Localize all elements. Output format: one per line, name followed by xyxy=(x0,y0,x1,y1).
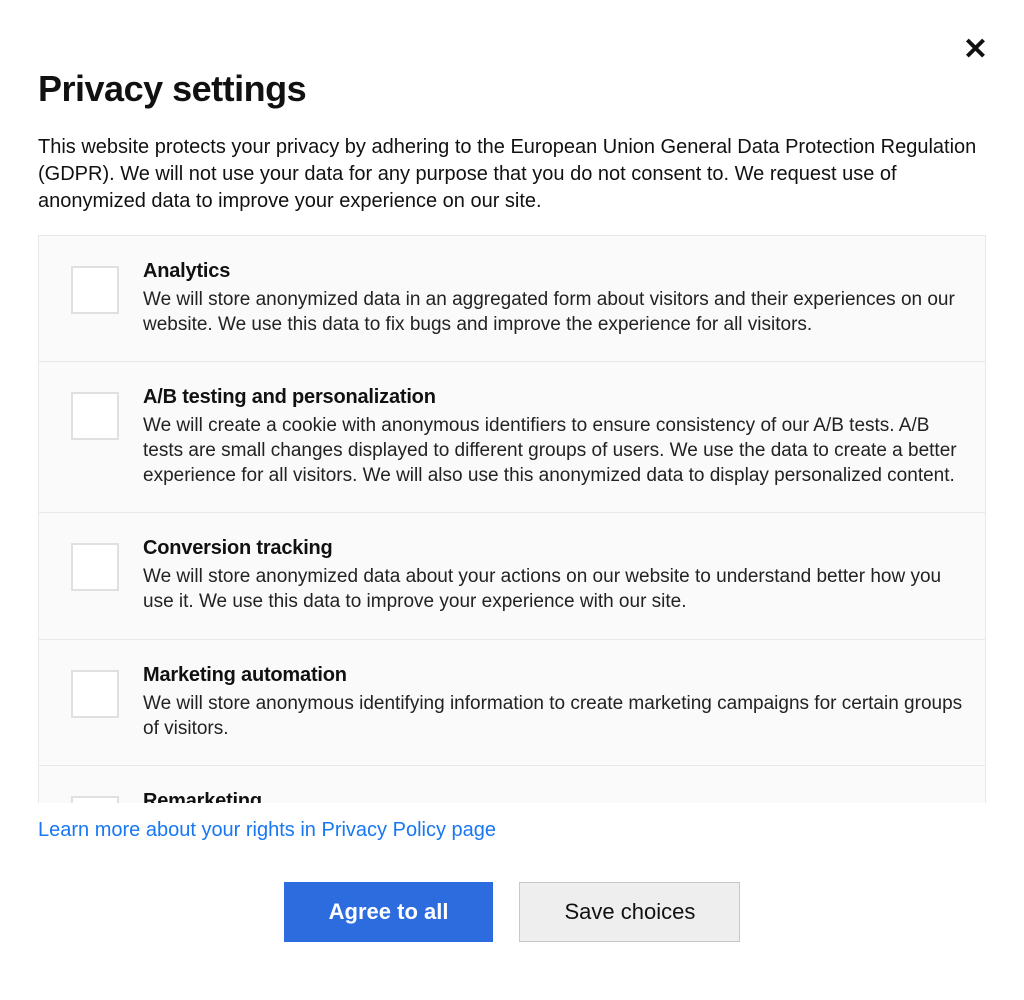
agree-to-all-button[interactable]: Agree to all xyxy=(284,882,494,942)
privacy-settings-dialog: ✕ Privacy settings This website protects… xyxy=(0,0,1024,1000)
save-choices-button[interactable]: Save choices xyxy=(519,882,740,942)
checkbox-ab-testing[interactable] xyxy=(71,392,119,440)
option-title: A/B testing and personalization xyxy=(143,386,963,409)
option-remarketing: Remarketing We will store anonymous iden… xyxy=(39,766,985,803)
option-title: Remarketing xyxy=(143,790,963,803)
option-desc: We will store anonymized data about your… xyxy=(143,564,963,614)
checkbox-conversion-tracking[interactable] xyxy=(71,543,119,591)
option-title: Conversion tracking xyxy=(143,537,963,560)
option-conversion-tracking: Conversion tracking We will store anonym… xyxy=(39,513,985,639)
checkbox-analytics[interactable] xyxy=(71,266,119,314)
option-title: Analytics xyxy=(143,260,963,283)
dialog-title: Privacy settings xyxy=(38,68,986,110)
option-title: Marketing automation xyxy=(143,664,963,687)
option-analytics: Analytics We will store anonymized data … xyxy=(39,236,985,362)
consent-options-list: Analytics We will store anonymized data … xyxy=(38,235,986,803)
dialog-intro: This website protects your privacy by ad… xyxy=(38,134,986,215)
option-ab-testing: A/B testing and personalization We will … xyxy=(39,362,985,513)
option-desc: We will create a cookie with anonymous i… xyxy=(143,413,963,488)
learn-more-link[interactable]: Learn more about your rights in Privacy … xyxy=(38,819,496,842)
option-desc: We will store anonymous identifying info… xyxy=(143,691,963,741)
checkbox-marketing-automation[interactable] xyxy=(71,670,119,718)
close-icon[interactable]: ✕ xyxy=(963,35,988,65)
checkbox-remarketing[interactable] xyxy=(71,796,119,803)
option-marketing-automation: Marketing automation We will store anony… xyxy=(39,640,985,766)
dialog-actions: Agree to all Save choices xyxy=(38,882,986,942)
option-desc: We will store anonymized data in an aggr… xyxy=(143,287,963,337)
